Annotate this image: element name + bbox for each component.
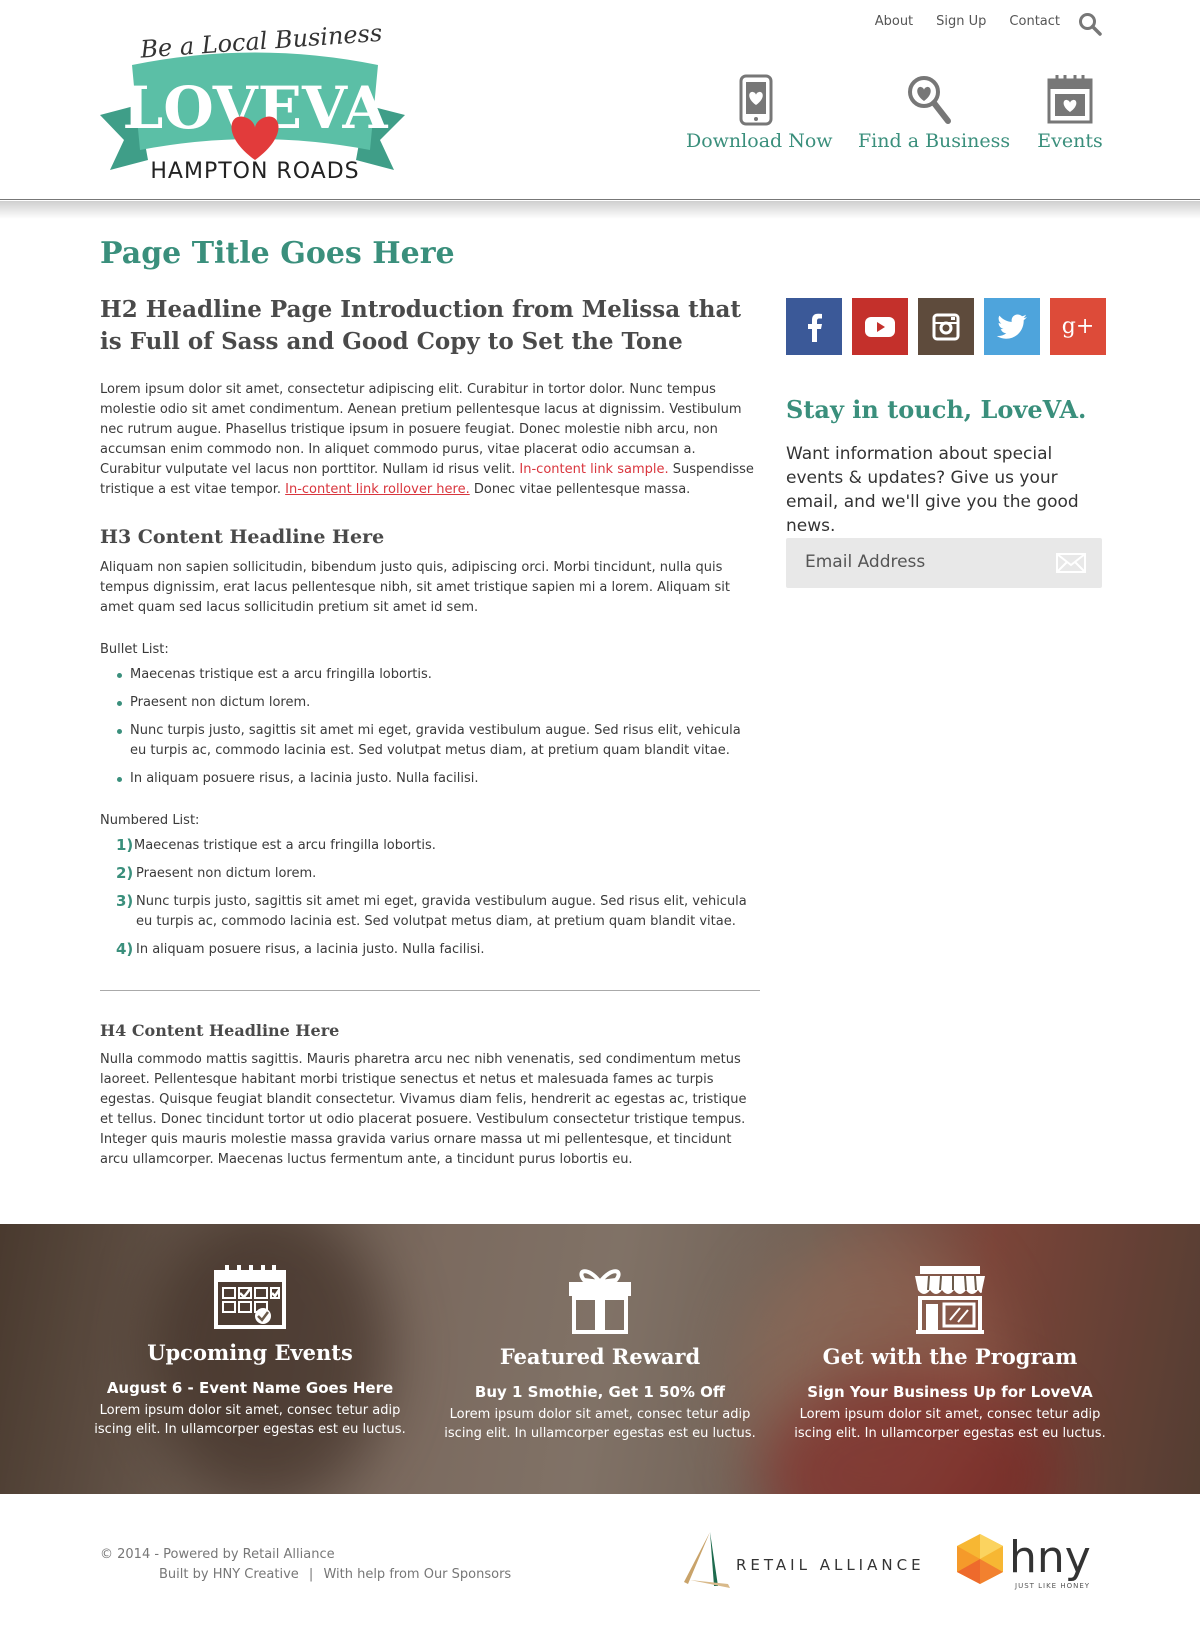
hny-tagline: JUST LIKE HONEY <box>1014 1582 1090 1590</box>
retail-alliance-text: RETAIL ALLIANCE <box>736 1556 925 1574</box>
in-content-link-rollover[interactable]: In-content link rollover here. <box>285 482 470 497</box>
search-icon[interactable] <box>1078 12 1102 36</box>
page-title: Page Title Goes Here <box>100 236 455 271</box>
h2-headline: H2 Headline Page Introduction from Melis… <box>100 296 741 355</box>
bullet-list: Maecenas tristique est a arcu fringilla … <box>100 665 760 789</box>
bullet-item: Nunc turpis justo, sagittis sit amet mi … <box>100 721 760 761</box>
bullet-item: Praesent non dictum lorem. <box>100 693 760 713</box>
promo-band: Upcoming Events August 6 - Event Name Go… <box>0 1224 1200 1494</box>
numbered-list: 1) Maecenas tristique est a arcu fringill… <box>100 836 760 960</box>
footer-sponsors[interactable]: With help from Our Sponsors <box>323 1567 511 1582</box>
bullet-item: Maecenas tristique est a arcu fringilla … <box>100 665 760 685</box>
google-plus-icon[interactable]: g+ <box>1050 298 1106 355</box>
nav-events-label: Events <box>1037 130 1103 152</box>
nav-download-now[interactable]: Download Now <box>686 74 833 152</box>
h4-headline: H4 Content Headline Here <box>100 1021 340 1040</box>
top-link-contact[interactable]: Contact <box>1009 14 1060 29</box>
site-header: Be a Local Business LOVEVA HAMPTON ROADS… <box>0 0 1200 200</box>
loveva-logo[interactable]: Be a Local Business LOVEVA HAMPTON ROADS <box>100 10 410 185</box>
promo-subtitle: Buy 1 Smothie, Get 1 50% Off <box>474 1383 726 1401</box>
h3-headline: H3 Content Headline Here <box>100 526 385 548</box>
in-content-link[interactable]: In-content link sample. <box>519 462 668 477</box>
promo-title: Featured Reward <box>499 1344 701 1369</box>
promo-subtitle: Sign Your Business Up for LoveVA <box>807 1383 1093 1401</box>
footer-built-by[interactable]: Built by HNY Creative <box>159 1567 299 1582</box>
promo-text: Lorem ipsum dolor sit amet, consec tetur… <box>794 1407 1106 1441</box>
phone-heart-icon <box>739 74 773 126</box>
numbered-item: 3) Nunc turpis justo, sagittis sit amet m… <box>116 892 747 929</box>
calendar-heart-icon <box>1047 75 1093 124</box>
intro-text-3: Donec vitae pellentesque massa. <box>469 482 691 497</box>
header-shadow <box>0 201 1200 219</box>
numbered-item: 1) Maecenas tristique est a arcu fringill… <box>116 836 436 854</box>
promo-text: Lorem ipsum dolor sit amet, consec tetur… <box>94 1403 406 1437</box>
promo-featured-reward[interactable]: Featured Reward Buy 1 Smothie, Get 1 50%… <box>440 1264 760 1443</box>
nav-find-a-business-label: Find a Business <box>858 130 1011 152</box>
main-content: H2 Headline Page Introduction from Melis… <box>100 294 760 1170</box>
instagram-icon[interactable] <box>918 298 974 355</box>
numbered-item: 4) In aliquam posuere risus, a lacinia ju… <box>116 940 485 958</box>
intro-paragraph: Lorem ipsum dolor sit amet, consectetur … <box>100 380 760 500</box>
hny-text: hny <box>1009 1532 1091 1583</box>
h4-paragraph: Nulla commodo mattis sagittis. Mauris ph… <box>100 1052 747 1167</box>
social-links: g+ <box>786 298 1106 355</box>
top-links: About Sign Up Contact <box>875 14 1060 29</box>
envelope-icon[interactable] <box>1056 553 1086 573</box>
bullet-list-label: Bullet List: <box>100 642 169 657</box>
email-field[interactable]: Email Address <box>786 538 1102 588</box>
facebook-icon[interactable] <box>786 298 842 355</box>
h3-paragraph: Aliquam non sapien sollicitudin, bibendu… <box>100 560 730 615</box>
youtube-icon[interactable] <box>852 298 908 355</box>
content-divider <box>100 990 760 991</box>
promo-get-with-the-program[interactable]: Get with the Program Sign Your Business … <box>790 1264 1110 1443</box>
gift-icon <box>569 1269 631 1334</box>
storefront-icon <box>915 1266 985 1334</box>
footer-copyright[interactable]: © 2014 - Powered by Retail Alliance <box>100 1547 335 1562</box>
email-placeholder: Email Address <box>805 552 926 572</box>
nav-events[interactable]: Events <box>1034 74 1106 152</box>
promo-text: Lorem ipsum dolor sit amet, consec tetur… <box>444 1407 756 1441</box>
newsletter-text: Want information about special events & … <box>786 444 1079 536</box>
magnifier-heart-icon <box>908 76 951 124</box>
promo-title: Upcoming Events <box>147 1340 353 1365</box>
top-link-about[interactable]: About <box>875 14 913 29</box>
top-link-sign-up[interactable]: Sign Up <box>936 14 986 29</box>
retail-alliance-logo[interactable]: RETAIL ALLIANCE <box>680 1530 925 1594</box>
numbered-item: 2) Praesent non dictum lorem. <box>116 864 317 882</box>
promo-upcoming-events[interactable]: Upcoming Events August 6 - Event Name Go… <box>90 1264 410 1439</box>
calendar-check-icon <box>214 1265 286 1329</box>
footer-separator: | <box>308 1567 314 1582</box>
twitter-icon[interactable] <box>984 298 1040 355</box>
footer-credits: © 2014 - Powered by Retail Alliance Buil… <box>100 1545 511 1585</box>
nav-find-a-business[interactable]: Find a Business <box>858 74 1011 152</box>
promo-subtitle: August 6 - Event Name Goes Here <box>106 1379 394 1397</box>
logo-region: HAMPTON ROADS <box>150 159 359 184</box>
newsletter-title: Stay in touch, LoveVA. <box>786 395 1087 424</box>
nav-download-now-label: Download Now <box>686 130 833 152</box>
bullet-item: In aliquam posuere risus, a lacinia just… <box>100 769 760 789</box>
promo-title: Get with the Program <box>822 1344 1078 1369</box>
hny-logo[interactable]: hny JUST LIKE HONEY <box>955 1532 1105 1596</box>
numbered-list-label: Numbered List: <box>100 813 200 828</box>
